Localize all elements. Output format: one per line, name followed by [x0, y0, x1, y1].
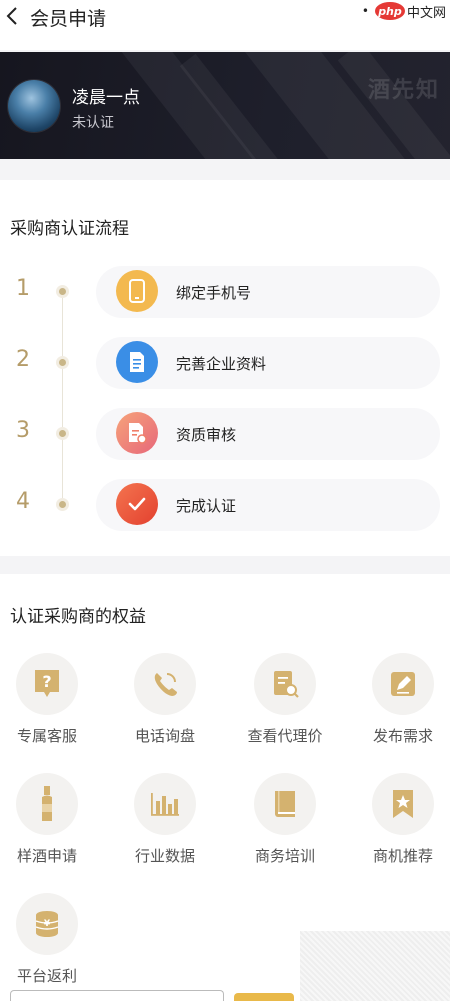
step-number: 3 [16, 418, 30, 443]
step-dot [59, 501, 66, 508]
benefit-item[interactable]: 发布需求 [348, 653, 450, 763]
step-dot [59, 359, 66, 366]
benefit-label: 商机推荐 [372, 847, 433, 865]
svg-text:¥: ¥ [44, 919, 51, 929]
step-card[interactable]: 完善企业资料 [96, 337, 440, 389]
avatar[interactable] [8, 80, 60, 132]
step-dot [59, 288, 66, 295]
step-item[interactable]: 4 完成认证 [0, 475, 450, 535]
mosaic-overlay [300, 931, 450, 1001]
chevron-left-icon[interactable] [2, 6, 22, 26]
benefit-label: 发布需求 [372, 727, 433, 745]
profile-banner: 凌晨一点 未认证 酒先知 [0, 52, 450, 159]
benefit-label: 行业数据 [134, 847, 195, 865]
top-bar: 会员申请 • php 中文网 [0, 0, 450, 50]
benefit-label: 商务培训 [254, 847, 315, 865]
watermark-dot: • [361, 4, 369, 18]
step-item[interactable]: 1 绑定手机号 [0, 262, 450, 322]
step-card[interactable]: 绑定手机号 [96, 266, 440, 318]
benefit-item[interactable]: 查看代理价 [230, 653, 340, 763]
brand-watermark: 酒先知 [367, 78, 440, 103]
benefit-item[interactable]: 商务培训 [230, 773, 340, 883]
bar-chart-icon [134, 773, 196, 835]
benefit-item[interactable]: 电话询盘 [110, 653, 220, 763]
step-label: 完善企业资料 [176, 355, 267, 373]
verification-status: 未认证 [72, 115, 114, 131]
step-item[interactable]: 3 资质审核 [0, 404, 450, 464]
benefit-label: 样酒申请 [16, 847, 77, 865]
benefit-item[interactable]: 样酒申请 [0, 773, 102, 883]
benefits-title: 认证采购商的权益 [10, 607, 146, 627]
benefit-item[interactable]: ? 专属客服 [0, 653, 102, 763]
benefit-item[interactable]: ¥ 平台返利 [0, 893, 102, 1001]
user-name: 凌晨一点 [72, 88, 140, 108]
telephone-icon [134, 653, 196, 715]
bottom-button-partial[interactable] [234, 993, 294, 1001]
price-search-icon [254, 653, 316, 715]
watermark-logo: php [374, 2, 405, 20]
step-dot [59, 430, 66, 437]
coin-stack-icon: ¥ [16, 893, 78, 955]
bottom-input-partial[interactable] [10, 990, 224, 1001]
benefit-label: 电话询盘 [134, 727, 195, 745]
svg-text:?: ? [42, 672, 51, 691]
watermark-text: 中文网 [406, 5, 446, 21]
phone-icon [116, 270, 158, 312]
benefit-item[interactable]: 商机推荐 [348, 773, 450, 883]
site-watermark: • php 中文网 [362, 0, 446, 22]
page-title: 会员申请 [30, 8, 107, 30]
bookmark-star-icon [372, 773, 434, 835]
benefit-label: 平台返利 [16, 967, 77, 985]
document-icon [116, 341, 158, 383]
review-icon [116, 412, 158, 454]
bottle-icon [16, 773, 78, 835]
book-icon [254, 773, 316, 835]
question-bubble-icon: ? [16, 653, 78, 715]
step-number: 2 [16, 347, 30, 372]
step-label: 完成认证 [176, 497, 237, 515]
step-number: 4 [16, 489, 30, 514]
step-label: 绑定手机号 [176, 284, 252, 302]
benefit-item[interactable]: 行业数据 [110, 773, 220, 883]
step-number: 1 [16, 276, 30, 301]
benefit-label: 查看代理价 [247, 727, 323, 745]
edit-icon [372, 653, 434, 715]
check-icon [116, 483, 158, 525]
step-card[interactable]: 完成认证 [96, 479, 440, 531]
step-label: 资质审核 [176, 426, 237, 444]
process-title: 采购商认证流程 [10, 219, 129, 239]
benefit-label: 专属客服 [16, 727, 77, 745]
step-item[interactable]: 2 完善企业资料 [0, 333, 450, 393]
step-card[interactable]: 资质审核 [96, 408, 440, 460]
